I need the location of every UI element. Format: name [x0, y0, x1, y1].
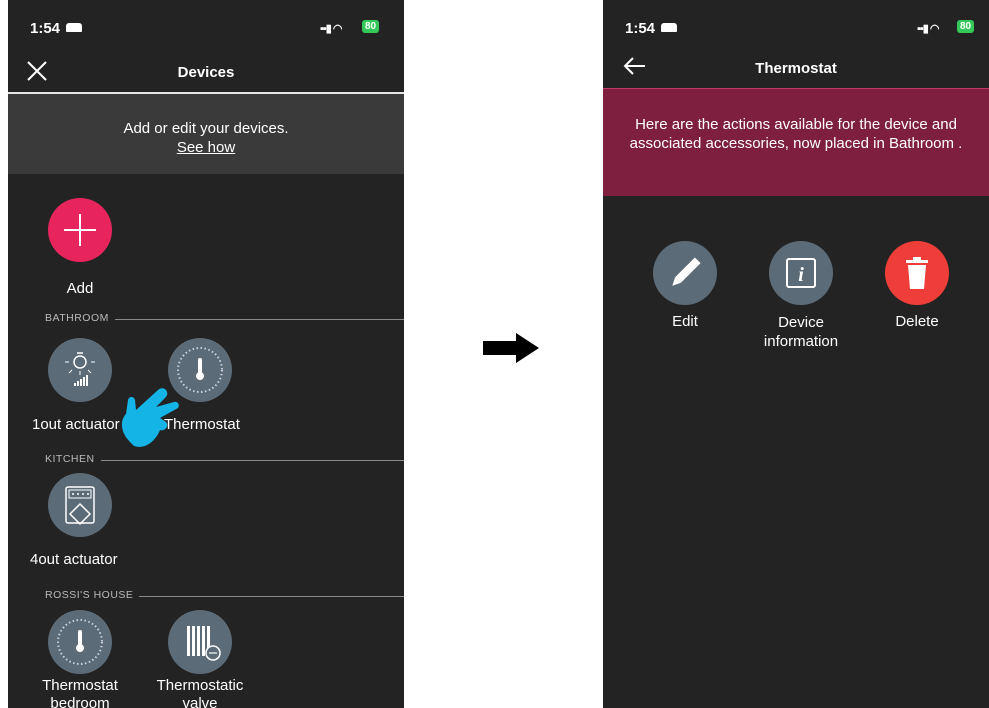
thermostat-icon: [57, 619, 103, 665]
nav-bar: Devices: [8, 52, 404, 94]
section-kitchen: KITCHEN: [45, 453, 404, 467]
arrow-right-icon: [483, 333, 539, 363]
svg-text:i: i: [798, 264, 804, 286]
section-bathroom-label: BATHROOM: [45, 312, 115, 324]
section-rossis-label: ROSSI'S HOUSE: [45, 589, 140, 601]
actions-banner: Here are the actions available for the d…: [603, 88, 989, 196]
add-label: Add: [66, 280, 94, 297]
device-thermostat-bedroom[interactable]: [48, 610, 112, 674]
info-icon: i: [786, 258, 816, 288]
device-valve-label: Thermostatic valve: [148, 677, 252, 708]
device-1out-actuator[interactable]: [48, 338, 112, 402]
car-icon: [661, 23, 677, 32]
devices-screen: 1:54 ▪▪▮ ◠ 80 Devices Add or edit your d…: [8, 0, 404, 708]
add-device-button[interactable]: [48, 198, 112, 262]
nav-bar: Thermostat: [603, 48, 989, 88]
device-1out-label: 1out actuator: [32, 416, 120, 433]
section-bathroom: BATHROOM: [45, 312, 404, 326]
delete-button[interactable]: [885, 241, 949, 305]
see-how-link[interactable]: See how: [8, 138, 404, 157]
edit-button[interactable]: [653, 241, 717, 305]
device-4out-label: 4out actuator: [30, 551, 118, 568]
banner-text: Add or edit your devices.: [123, 120, 289, 137]
device-valve-line2: valve: [182, 695, 218, 708]
edit-label: Edit: [672, 313, 698, 330]
thermostat-screen: 1:54 ▪▪▮ ◠ 80 Thermostat Here are the ac…: [603, 0, 989, 708]
pencil-icon: [672, 257, 701, 286]
page-title: Thermostat: [755, 60, 837, 77]
signal-icon: ▪▪▮ ◠: [917, 23, 939, 35]
battery-badge: 80: [362, 20, 380, 33]
device-thermostat-bedroom-line1: Thermostat: [42, 677, 118, 694]
trash-icon: [906, 257, 928, 289]
status-bar: 1:54 ▪▪▮ ◠ 80: [8, 0, 404, 52]
device-thermostat-bedroom-line2: bedroom: [50, 695, 110, 708]
device-thermostat-bedroom-label: Thermostat bedroom: [38, 677, 122, 708]
status-time: 1:54: [30, 20, 61, 37]
battery-badge: 80: [957, 20, 975, 33]
car-icon: [66, 23, 82, 32]
device-information-button[interactable]: i: [769, 241, 833, 305]
device-thermostatic-valve[interactable]: [168, 610, 232, 674]
page-title: Devices: [177, 64, 235, 81]
device-information-line2: information: [763, 333, 839, 350]
lightbulb-icon: [65, 352, 95, 386]
device-valve-line1: Thermostatic: [156, 677, 244, 694]
tap-hand-icon: [121, 388, 179, 447]
status-time: 1:54: [625, 20, 656, 37]
section-kitchen-label: KITCHEN: [45, 453, 101, 465]
info-banner: Add or edit your devices. See how: [8, 94, 404, 174]
signal-icon: ▪▪▮ ◠: [320, 23, 342, 35]
device-information-label: Device information: [751, 313, 851, 351]
radiator-icon: [187, 626, 221, 661]
device-information-line1: Device: [778, 314, 824, 331]
status-bar: 1:54 ▪▪▮ ◠ 80: [603, 0, 989, 52]
actuator-icon: [65, 486, 95, 526]
device-4out-actuator[interactable]: [48, 473, 112, 537]
banner-text: Here are the actions available for the d…: [629, 116, 963, 152]
delete-label: Delete: [895, 313, 939, 330]
section-rossis-house: ROSSI'S HOUSE: [45, 589, 404, 603]
